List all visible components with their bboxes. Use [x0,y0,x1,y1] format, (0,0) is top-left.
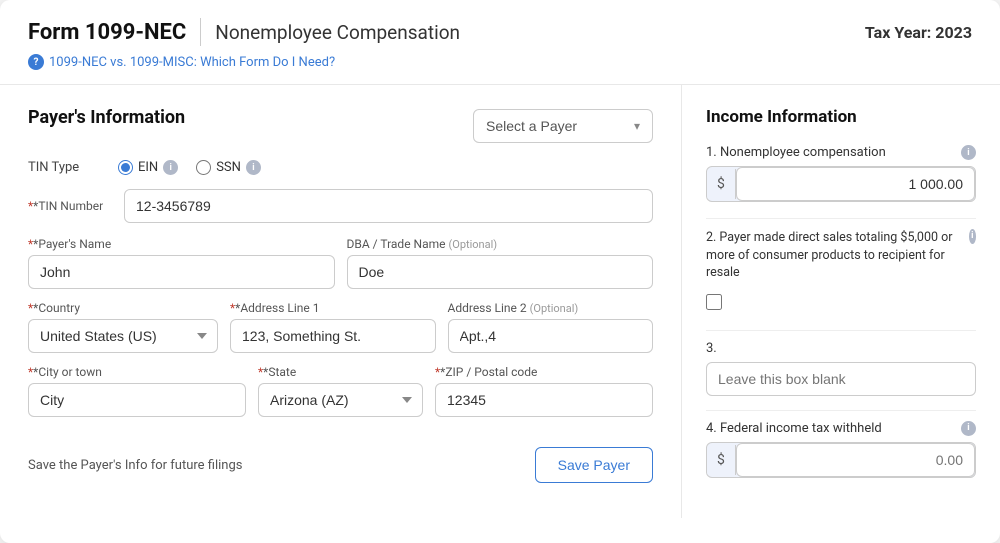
tin-radio-group: EIN i SSN i [118,160,261,175]
ssn-option[interactable]: SSN i [196,160,261,175]
ssn-info-icon[interactable]: i [246,160,261,175]
address2-input[interactable] [448,319,654,353]
income-item-1-input[interactable] [736,167,975,201]
form-subtitle: Nonemployee Compensation [215,21,460,44]
tin-type-row: TIN Type EIN i SSN i [28,160,653,175]
income-item-4-input-wrapper: $ [706,442,976,478]
address1-input[interactable] [230,319,436,353]
form-title: Form 1099-NEC [28,20,186,45]
city-label: **City or town [28,365,246,379]
ein-label: EIN [138,160,158,175]
ssn-label: SSN [216,160,241,175]
tin-type-label: TIN Type [28,160,98,175]
divider-3 [706,410,976,411]
payer-name-label: **Payer's Name [28,237,335,251]
tin-number-row: **TIN Number [28,189,653,223]
help-link[interactable]: ? 1099-NEC vs. 1099-MISC: Which Form Do … [28,54,972,70]
tin-number-label: **TIN Number [28,199,108,213]
income-item-2-label: 2. Payer made direct sales totaling $5,0… [706,229,976,282]
country-label: **Country [28,301,218,315]
income-item-1-input-wrapper: $ [706,166,976,202]
tax-year: Tax Year: 2023 [865,23,972,42]
income-item-4-label: 4. Federal income tax withheld i [706,421,976,436]
chevron-down-icon: ▾ [634,119,640,133]
dba-label: DBA / Trade Name (Optional) [347,237,654,251]
address-row-1: **Country United States (US) **Address L… [28,301,653,365]
select-payer-label: Select a Payer [486,118,577,134]
ein-radio[interactable] [118,160,133,175]
divider-1 [706,218,976,219]
country-select[interactable]: United States (US) [28,319,218,353]
income-item-4-input[interactable] [736,443,975,477]
income-item-1-info-icon[interactable]: i [961,145,976,160]
card-body: Payer's Information Select a Payer ▾ TIN… [0,85,1000,518]
ein-info-icon[interactable]: i [163,160,178,175]
save-payer-button[interactable]: Save Payer [535,447,653,483]
address1-field: **Address Line 1 [230,301,436,353]
income-item-4: 4. Federal income tax withheld i $ [706,421,976,478]
income-section-title: Income Information [706,107,976,127]
dba-field: DBA / Trade Name (Optional) [347,237,654,289]
dba-input[interactable] [347,255,654,289]
divider-2 [706,330,976,331]
ssn-radio[interactable] [196,160,211,175]
income-item-1-label: 1. Nonemployee compensation i [706,145,976,160]
left-panel: Payer's Information Select a Payer ▾ TIN… [0,85,682,518]
state-field: **State Arizona (AZ) [258,365,423,417]
income-item-2-info-icon[interactable]: i [969,229,976,244]
city-field: **City or town [28,365,246,417]
address1-label: **Address Line 1 [230,301,436,315]
select-payer-dropdown[interactable]: Select a Payer ▾ [473,109,653,143]
payer-name-field: **Payer's Name [28,237,335,289]
zip-input[interactable] [435,383,653,417]
header-title: Form 1099-NEC Nonemployee Compensation [28,18,460,46]
help-circle-icon: ? [28,54,44,70]
save-info-text: Save the Payer's Info for future filings [28,458,243,473]
ein-option[interactable]: EIN i [118,160,178,175]
address2-label: Address Line 2 (Optional) [448,301,654,315]
income-item-2-checkbox-row [706,288,976,316]
income-item-3-label: 3. [706,341,976,356]
income-item-3: 3. [706,341,976,396]
income-item-4-info-icon[interactable]: i [961,421,976,436]
income-item-3-input[interactable] [706,362,976,396]
income-item-2-checkbox[interactable] [706,294,722,310]
header-top: Form 1099-NEC Nonemployee Compensation T… [28,18,972,46]
payer-name-input[interactable] [28,255,335,289]
payer-header: Payer's Information Select a Payer ▾ [28,107,653,144]
income-item-2: 2. Payer made direct sales totaling $5,0… [706,229,976,316]
city-input[interactable] [28,383,246,417]
main-card: Form 1099-NEC Nonemployee Compensation T… [0,0,1000,543]
tin-number-input[interactable] [124,189,653,223]
income-item-1: 1. Nonemployee compensation i $ [706,145,976,202]
help-link-text: 1099-NEC vs. 1099-MISC: Which Form Do I … [49,55,335,70]
right-panel: Income Information 1. Nonemployee compen… [682,85,1000,518]
address2-field: Address Line 2 (Optional) [448,301,654,353]
address-row-2: **City or town **State Arizona (AZ) **ZI… [28,365,653,429]
title-divider [200,18,201,46]
country-field: **Country United States (US) [28,301,218,353]
zip-label: **ZIP / Postal code [435,365,653,379]
zip-field: **ZIP / Postal code [435,365,653,417]
payer-section-title: Payer's Information [28,107,185,128]
income-item-4-prefix: $ [707,445,736,475]
income-item-1-prefix: $ [707,169,736,199]
state-select[interactable]: Arizona (AZ) [258,383,423,417]
name-dba-row: **Payer's Name DBA / Trade Name (Optiona… [28,237,653,301]
state-label: **State [258,365,423,379]
footer-row: Save the Payer's Info for future filings… [28,447,653,483]
card-header: Form 1099-NEC Nonemployee Compensation T… [0,0,1000,85]
